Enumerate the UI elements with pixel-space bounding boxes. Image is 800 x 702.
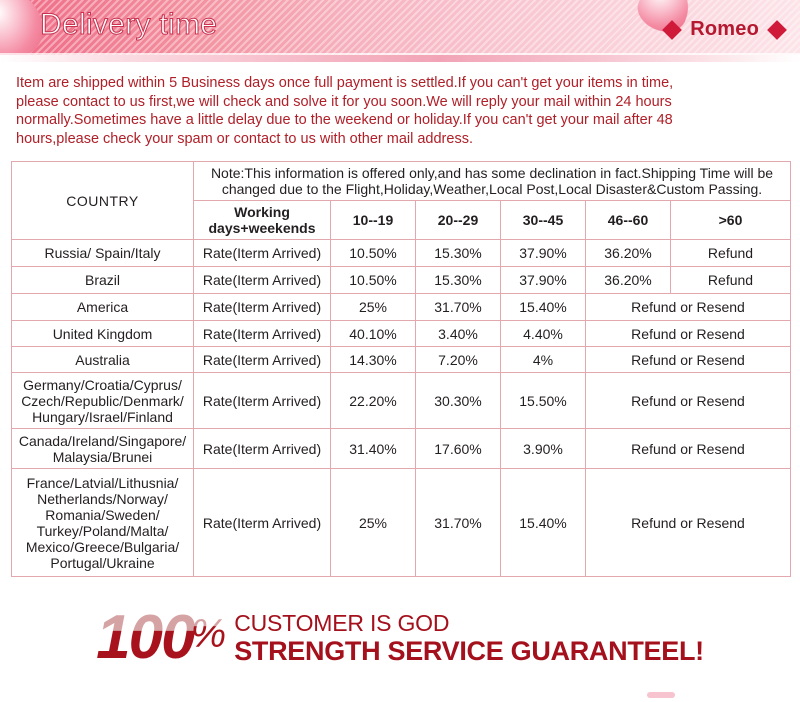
cell-value-2: 30.30%: [415, 372, 501, 429]
cell-country: Australia: [11, 346, 194, 373]
cell-value-2: 7.20%: [415, 346, 501, 373]
cell-value-1: 22.20%: [330, 372, 416, 429]
table-row: Brazil Rate(Iterm Arrived) 10.50% 15.30% 37.…: [11, 266, 791, 294]
cell-country: Brazil: [11, 266, 194, 294]
cell-value-2: 17.60%: [415, 428, 501, 469]
cell-merged-result: Refund or Resend: [585, 320, 791, 347]
policy-line-1: Item are shipped within 5 Business days …: [16, 75, 674, 91]
cell-rate-label: Rate(Iterm Arrived): [193, 346, 331, 373]
cell-value-1: 40.10%: [330, 320, 416, 347]
cell-country: Germany/Croatia/Cyprus/ Czech/Republic/D…: [11, 372, 194, 429]
cell-rate-label: Rate(Iterm Arrived): [193, 468, 331, 577]
column-header-range-5: >60: [670, 200, 791, 240]
cell-value-3: 37.90%: [500, 239, 586, 267]
table-row: France/Latvial/Lithusnia/ Netherlands/No…: [11, 468, 791, 577]
cell-value-1: 10.50%: [330, 266, 416, 294]
shipping-time-table: COUNTRY Note:This information is offered…: [11, 161, 791, 577]
column-header-range-3: 30--45: [500, 200, 586, 240]
cell-country: France/Latvial/Lithusnia/ Netherlands/No…: [11, 468, 194, 577]
policy-line-2: please contact to us first,we will check…: [16, 93, 672, 110]
cell-merged-result: Refund or Resend: [585, 372, 791, 429]
brand-name: Romeo: [690, 18, 759, 40]
cell-value-3: 15.40%: [500, 468, 586, 577]
cell-value-4: 36.20%: [585, 239, 671, 267]
cell-value-1: 31.40%: [330, 428, 416, 469]
column-header-range-4: 46--60: [585, 200, 671, 240]
guarantee-number: 100: [96, 603, 195, 672]
cell-rate-label: Rate(Iterm Arrived): [193, 239, 331, 267]
cell-value-5: Refund: [670, 239, 791, 267]
column-header-range-2: 20--29: [415, 200, 501, 240]
cell-value-2: 15.30%: [415, 266, 501, 294]
cell-value-2: 15.30%: [415, 239, 501, 267]
cell-rate-label: Rate(Iterm Arrived): [193, 372, 331, 429]
diamond-icon: [662, 19, 683, 40]
cell-country: America: [11, 293, 194, 321]
column-header-range-1: 10--19: [330, 200, 416, 240]
table-note: Note:This information is offered only,an…: [193, 161, 791, 201]
cell-value-3: 4%: [500, 346, 586, 373]
cell-country: Russia/ Spain/Italy: [11, 239, 194, 267]
percent-sign-icon: %: [190, 612, 227, 656]
cell-value-3: 37.90%: [500, 266, 586, 294]
brand-block: Romeo: [662, 18, 787, 41]
cell-value-1: 14.30%: [330, 346, 416, 373]
cell-value-3: 3.90%: [500, 428, 586, 469]
guarantee-text-block: CUSTOMER IS GOD STRENGTH SERVICE GUARANT…: [234, 609, 704, 666]
guarantee-line-2: STRENGTH SERVICE GUARANTEEL!: [234, 635, 704, 666]
page-header-banner: Delivery time Romeo: [0, 0, 800, 62]
cell-value-3: 4.40%: [500, 320, 586, 347]
table-row: Germany/Croatia/Cyprus/ Czech/Republic/D…: [11, 372, 791, 429]
table-row: United Kingdom Rate(Iterm Arrived) 40.10% 3…: [11, 320, 791, 347]
cell-value-1: 10.50%: [330, 239, 416, 267]
cell-value-2: 3.40%: [415, 320, 501, 347]
diamond-icon: [767, 19, 787, 40]
page-title: Delivery time: [39, 8, 218, 42]
table-row: Australia Rate(Iterm Arrived) 14.30% 7.20% 4…: [11, 346, 791, 373]
guarantee-inner: 100 % CUSTOMER IS GOD STRENGTH SERVICE G…: [96, 607, 704, 669]
cell-value-1: 25%: [330, 468, 416, 577]
table-row: America Rate(Iterm Arrived) 25% 31.70% 15.40…: [11, 293, 791, 321]
cell-rate-label: Rate(Iterm Arrived): [193, 293, 331, 321]
cell-value-3: 15.50%: [500, 372, 586, 429]
cell-rate-label: Rate(Iterm Arrived): [193, 428, 331, 469]
cell-merged-result: Refund or Resend: [585, 346, 791, 373]
cell-country: Canada/Ireland/Singapore/ Malaysia/Brune…: [11, 428, 194, 469]
policy-line-3: normally.Sometimes have a little delay d…: [16, 112, 673, 128]
table-body: COUNTRY Note:This information is offered…: [11, 161, 791, 577]
cell-value-3: 15.40%: [500, 293, 586, 321]
guarantee-line-1: CUSTOMER IS GOD: [234, 609, 450, 636]
table-header-row-note: COUNTRY Note:This information is offered…: [11, 161, 791, 240]
cell-value-2: 31.70%: [415, 293, 501, 321]
cell-merged-result: Refund or Resend: [585, 468, 791, 577]
column-header-country: COUNTRY: [11, 161, 194, 240]
cell-merged-result: Refund or Resend: [585, 293, 791, 321]
shipping-policy-paragraph: Item are shipped within 5 Business days …: [16, 74, 784, 148]
shipping-time-table-wrapper: COUNTRY Note:This information is offered…: [11, 161, 791, 577]
cell-rate-label: Rate(Iterm Arrived): [193, 266, 331, 294]
guarantee-banner: 100 % CUSTOMER IS GOD STRENGTH SERVICE G…: [0, 598, 800, 678]
cell-country: United Kingdom: [11, 320, 194, 347]
cell-value-2: 31.70%: [415, 468, 501, 577]
bottom-decoration-mark: [647, 692, 675, 698]
cell-value-1: 25%: [330, 293, 416, 321]
table-row: Canada/Ireland/Singapore/ Malaysia/Brune…: [11, 428, 791, 469]
table-row: Russia/ Spain/Italy Rate(Iterm Arrived) 10…: [11, 239, 791, 267]
cell-merged-result: Refund or Resend: [585, 428, 791, 469]
cell-value-4: 36.20%: [585, 266, 671, 294]
banner-divider: [0, 55, 800, 62]
policy-line-4: hours,please check your spam or contact …: [16, 130, 473, 147]
cell-value-5: Refund: [670, 266, 791, 294]
column-header-working-days: Working days+weekends: [193, 200, 331, 240]
cell-rate-label: Rate(Iterm Arrived): [193, 320, 331, 347]
